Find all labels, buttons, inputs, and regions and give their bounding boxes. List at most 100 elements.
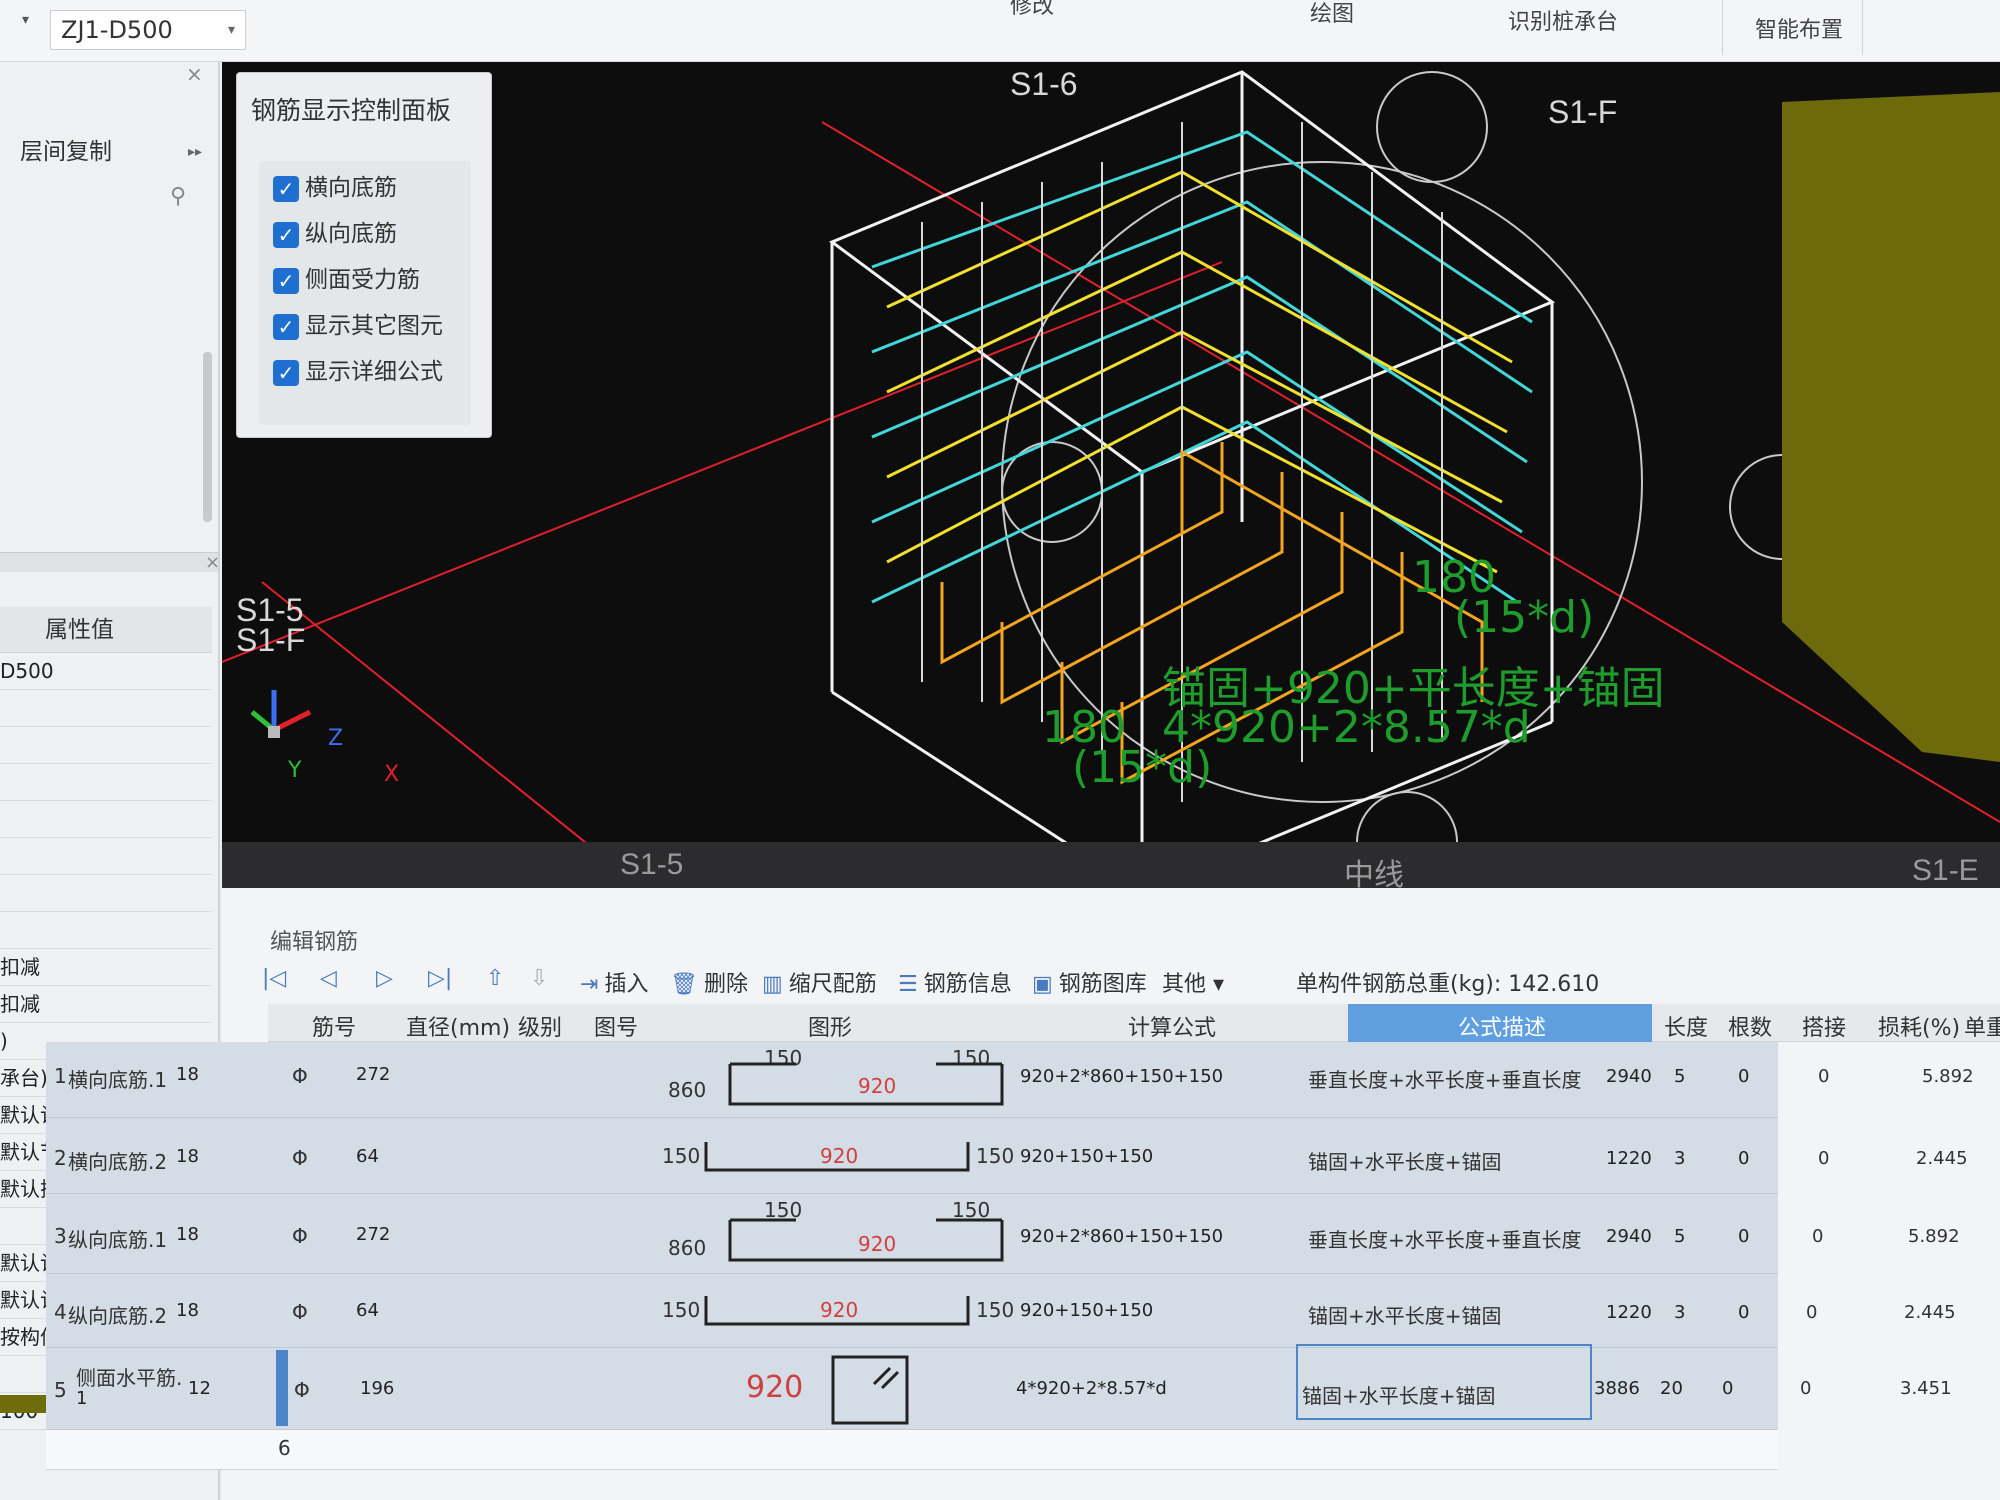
rebar-name[interactable]: 纵向底筋.1 [68,1224,167,1253]
figure-no[interactable]: 272 [356,1064,390,1085]
loss-value[interactable]: 0 [1806,1302,1817,1323]
figure-no[interactable]: 196 [360,1378,394,1399]
figure-no[interactable]: 64 [356,1300,379,1321]
loss-value[interactable]: 0 [1812,1226,1823,1247]
table-row[interactable]: 4 纵向底筋.2 18 Φ 64 150 150 920 920+150+150… [46,1274,1778,1348]
tab-recognize-cap[interactable]: 识别桩承台 [1508,4,1618,44]
check-icon[interactable]: ✓ [273,313,299,340]
count[interactable]: 5 [1674,1226,1685,1247]
figure-no[interactable]: 272 [356,1224,390,1245]
table-row[interactable]: 1 横向底筋.1 18 Φ 272 860 150 150 920 920+2*… [46,1042,1778,1118]
property-row[interactable] [0,801,212,838]
weight-value[interactable]: 2.445 [1916,1148,1968,1169]
property-row[interactable] [0,875,212,912]
first-icon[interactable]: |◁ [262,966,292,991]
search-icon[interactable]: ⚲ [170,184,186,209]
insert-button[interactable]: ⇥ 插入 [580,966,648,998]
property-row[interactable] [0,764,212,801]
formula-desc[interactable]: 垂直长度+水平长度+垂直长度 [1308,1064,1582,1093]
tab-smart-layout[interactable]: 智能布置 [1755,12,1843,52]
scale-rebar-button[interactable]: ▥ 缩尺配筋 [762,966,877,998]
rebar-name[interactable]: 横向底筋.1 [68,1064,167,1093]
weight-value[interactable]: 2.445 [1904,1302,1956,1323]
checkbox-side-bars[interactable]: ✓ 侧面受力筋 [273,263,420,297]
component-dropdown[interactable]: ZJ1-D500 ▾ [50,10,246,50]
weight-value[interactable]: 5.892 [1908,1226,1960,1247]
grade-icon[interactable]: Φ [294,1378,310,1402]
table-row[interactable]: 2 横向底筋.2 18 Φ 64 150 150 920 920+150+150… [46,1118,1778,1194]
expand-icon[interactable]: ▸▸ [188,132,202,172]
length[interactable]: 3886 [1594,1378,1640,1399]
diameter[interactable]: 18 [176,1300,199,1321]
check-icon[interactable]: ✓ [273,359,299,386]
length[interactable]: 2940 [1606,1226,1652,1247]
checkbox-vertical-bottom[interactable]: ✓ 纵向底筋 [273,217,397,251]
property-row[interactable] [0,727,212,764]
formula-desc[interactable]: 锚固+水平长度+锚固 [1308,1300,1502,1329]
other-menu-button[interactable]: 其他 ▾ [1162,966,1224,998]
check-icon[interactable]: ✓ [273,267,299,294]
scrollbar[interactable] [203,352,212,522]
prev-icon[interactable]: ◁ [320,966,343,991]
rebar-name[interactable]: 横向底筋.2 [68,1146,167,1175]
count[interactable]: 5 [1674,1066,1685,1087]
property-row[interactable] [0,690,212,727]
property-row[interactable] [0,838,212,875]
rebar-library-button[interactable]: ▣ 钢筋图库 [1032,966,1147,998]
lap[interactable]: 0 [1738,1226,1749,1247]
col-header[interactable]: 单重(kg [1964,1010,2000,1042]
rebar-name-index[interactable]: 1 [76,1388,87,1409]
lap[interactable]: 0 [1738,1148,1749,1169]
rebar-info-button[interactable]: ☰ 钢筋信息 [898,966,1012,998]
property-row[interactable]: 扣减 [0,949,212,986]
col-header[interactable]: 筋号 [312,1010,356,1042]
calc-formula[interactable]: 920+2*860+150+150 [1020,1066,1223,1087]
lap[interactable]: 0 [1738,1066,1749,1087]
checkbox-horizontal-bottom[interactable]: ✓ 横向底筋 [273,171,397,205]
weight-value[interactable]: 3.451 [1900,1378,1952,1399]
formula-desc[interactable]: 垂直长度+水平长度+垂直长度 [1308,1224,1582,1253]
grade-icon[interactable]: Φ [292,1064,308,1088]
floor-copy-item[interactable]: 层间复制 ▸▸ [0,132,212,172]
col-header[interactable]: 直径(mm) [406,1010,510,1042]
dropdown-arrow-icon[interactable]: ▾ [22,12,29,28]
check-icon[interactable]: ✓ [273,175,299,202]
col-header[interactable]: 根数 [1728,1010,1772,1042]
tab-draw[interactable]: 绘图 [1310,0,1354,36]
next-icon[interactable]: ▷ [376,966,399,991]
property-row[interactable]: D500 [0,653,212,690]
table-row[interactable]: 6 [46,1430,1778,1470]
lap[interactable]: 0 [1722,1378,1733,1399]
figure-no[interactable]: 64 [356,1146,379,1167]
count[interactable]: 3 [1674,1302,1685,1323]
col-header[interactable]: 搭接 [1802,1010,1846,1042]
table-row[interactable]: 3 纵向底筋.1 18 Φ 272 860 150 150 920 920+2*… [46,1194,1778,1274]
formula-desc[interactable]: 锚固+水平长度+锚固 [1308,1146,1502,1175]
col-header[interactable]: 级别 [518,1010,562,1042]
grade-icon[interactable]: Φ [292,1224,308,1248]
col-header[interactable]: 长度 [1664,1010,1708,1042]
count[interactable]: 20 [1660,1378,1683,1399]
calc-formula[interactable]: 920+150+150 [1020,1146,1153,1167]
close-icon[interactable]: × [205,552,218,573]
check-icon[interactable]: ✓ [273,221,299,248]
col-header[interactable]: 损耗(%) [1878,1010,1960,1042]
col-header[interactable]: 计算公式 [1128,1010,1216,1042]
move-down-icon[interactable]: ⇩ [530,966,554,991]
calc-formula[interactable]: 920+150+150 [1020,1300,1153,1321]
loss-value[interactable]: 0 [1818,1066,1829,1087]
col-header[interactable]: 图号 [594,1010,638,1042]
rebar-name[interactable]: 侧面水平筋. [76,1362,182,1391]
length[interactable]: 1220 [1606,1148,1652,1169]
weight-value[interactable]: 5.892 [1922,1066,1974,1087]
diameter[interactable]: 18 [176,1224,199,1245]
lap[interactable]: 0 [1738,1302,1749,1323]
count[interactable]: 3 [1674,1148,1685,1169]
move-up-icon[interactable]: ⇧ [486,966,510,991]
col-header[interactable]: 图形 [808,1010,852,1042]
close-icon[interactable]: × [186,62,203,86]
last-icon[interactable]: ▷| [428,966,458,991]
property-row[interactable]: 扣减 [0,986,212,1023]
checkbox-other-elements[interactable]: ✓ 显示其它图元 [273,309,443,343]
diameter[interactable]: 12 [188,1378,211,1399]
